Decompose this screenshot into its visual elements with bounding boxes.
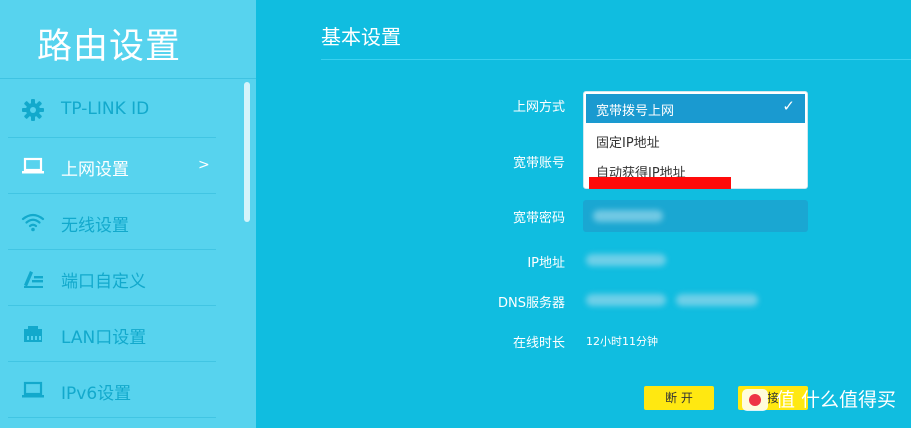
wifi-icon: [20, 210, 46, 234]
option-static-ip[interactable]: 固定IP地址: [596, 132, 660, 151]
sidebar-nav: TP-LINK ID 上网设置 > 无线设置 端口自定义 LAN口设置 IPv6…: [0, 82, 246, 418]
sidebar-divider: [0, 78, 256, 79]
lan-port-icon: [20, 322, 46, 346]
online-time-label: 在线时长: [512, 336, 565, 351]
sidebar-title: 路由设置: [37, 27, 182, 67]
laptop-icon: [20, 378, 46, 402]
checkmark-icon: ✓: [782, 97, 795, 115]
watermark-text: 值 什么值得买: [776, 389, 897, 411]
ip-address-label: IP地址: [527, 256, 565, 271]
nav-divider: [8, 417, 216, 418]
sidebar-item-label: IPv6设置: [61, 384, 132, 404]
laptop-icon: [20, 154, 46, 178]
wan-mode-select[interactable]: 宽带拨号上网 ✓ 固定IP地址 自动获得IP地址: [583, 91, 808, 189]
sidebar-item-ipv6[interactable]: IPv6设置: [8, 362, 246, 418]
sidebar: 路由设置 TP-LINK ID 上网设置 > 无线设置 端口自定义 LAN口设置…: [0, 0, 256, 428]
dns-server-label: DNS服务器: [498, 296, 565, 311]
sidebar-item-label: 无线设置: [61, 216, 129, 236]
sidebar-item-label: 端口自定义: [61, 272, 146, 292]
disconnect-button[interactable]: 断 开: [644, 386, 714, 410]
online-time-value: 12小时11分钟: [586, 335, 658, 348]
sidebar-item-label: LAN口设置: [61, 328, 147, 348]
gear-icon: [20, 98, 46, 122]
sidebar-item-wireless[interactable]: 无线设置: [8, 194, 246, 250]
selected-option-label: 宽带拨号上网: [596, 104, 675, 119]
page-title: 基本设置: [321, 25, 401, 49]
sidebar-item-lan[interactable]: LAN口设置: [8, 306, 246, 362]
wan-mode-selected[interactable]: 宽带拨号上网 ✓: [586, 94, 805, 123]
dns-primary-value: [586, 294, 666, 306]
sidebar-item-label: TP-LINK ID: [61, 99, 150, 119]
password-label: 宽带密码: [512, 211, 565, 226]
sidebar-item-internet-settings[interactable]: 上网设置 >: [8, 138, 246, 194]
ip-address-value: [586, 254, 666, 266]
account-label: 宽带账号: [512, 156, 565, 171]
blurred-value: [593, 210, 663, 222]
sidebar-item-port-custom[interactable]: 端口自定义: [8, 250, 246, 306]
sidebar-item-label: 上网设置: [61, 160, 129, 180]
watermark-logo-icon: [742, 389, 768, 411]
red-underline-annotation: [589, 177, 731, 189]
sidebar-item-tplink-id[interactable]: TP-LINK ID: [8, 82, 246, 138]
password-input[interactable]: [583, 200, 808, 232]
dns-secondary-value: [676, 294, 758, 306]
wan-mode-label: 上网方式: [512, 100, 565, 115]
title-divider: [321, 59, 911, 60]
edit-icon: [20, 266, 46, 290]
sidebar-scrollbar[interactable]: [244, 82, 250, 222]
chevron-right-icon: >: [198, 157, 210, 173]
